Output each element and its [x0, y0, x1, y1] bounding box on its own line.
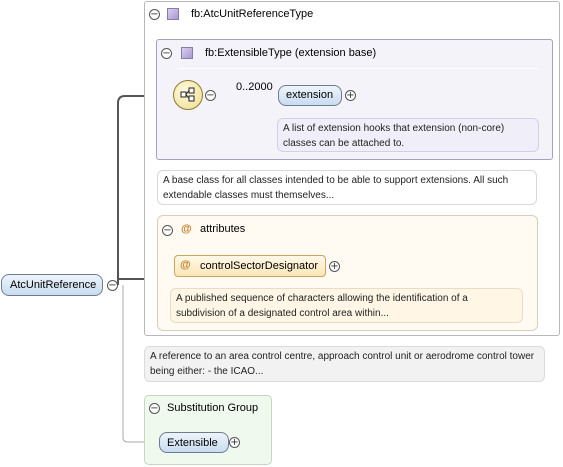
attribute-doc: A published sequence of characters allow… — [170, 288, 523, 323]
extension-doc-text: A list of extension hooks that extension… — [283, 123, 505, 149]
extension-base-separator — [178, 68, 538, 69]
sequence-compositor-icon[interactable] — [173, 80, 203, 110]
attribute-controlSectorDesignator[interactable]: @ controlSectorDesignator — [174, 255, 326, 277]
substitution-element-label: Extensible — [167, 437, 218, 449]
type-doc: A base class for all classes intended to… — [157, 170, 537, 205]
attribute-symbol: @ — [180, 259, 191, 271]
complex-type-collapse-icon[interactable]: − — [149, 9, 160, 20]
root-collapse-icon[interactable]: − — [107, 280, 118, 291]
substitution-group-title: Substitution Group — [167, 402, 259, 414]
attribute-name: controlSectorDesignator — [200, 260, 319, 272]
substitution-element-expand-icon[interactable]: + — [229, 437, 240, 448]
complex-type-icon — [167, 8, 179, 20]
extension-element[interactable]: extension — [278, 85, 342, 106]
extension-base-collapse-icon[interactable]: − — [161, 48, 172, 59]
attributes-symbol: @ — [181, 223, 192, 235]
attribute-doc-text: A published sequence of characters allow… — [176, 293, 468, 319]
root-element-label: AtcUnitReference — [10, 279, 97, 291]
attributes-title: attributes — [200, 223, 246, 235]
extension-base-name: fb:ExtensibleType (extension base) — [205, 47, 377, 59]
extension-base-icon — [181, 47, 193, 59]
complex-type-name: fb:AtcUnitReferenceType — [191, 8, 314, 20]
root-element[interactable]: AtcUnitReference — [1, 274, 103, 296]
attribute-expand-icon[interactable]: + — [329, 261, 340, 272]
substitution-group-collapse-icon[interactable]: − — [149, 403, 160, 414]
type-doc-text: A base class for all classes intended to… — [163, 175, 509, 201]
extension-expand-icon[interactable]: + — [345, 90, 356, 101]
root-doc-text: A reference to an area control centre, a… — [150, 351, 535, 377]
sequence-collapse-icon[interactable]: − — [205, 90, 216, 101]
extension-element-label: extension — [286, 89, 334, 101]
sequence-occurrence: 0..2000 — [236, 81, 273, 93]
extension-doc: A list of extension hooks that extension… — [277, 118, 539, 152]
root-doc: A reference to an area control centre, a… — [144, 346, 545, 382]
substitution-element-extensible[interactable]: Extensible — [159, 432, 229, 453]
attributes-collapse-icon[interactable]: − — [162, 225, 173, 236]
